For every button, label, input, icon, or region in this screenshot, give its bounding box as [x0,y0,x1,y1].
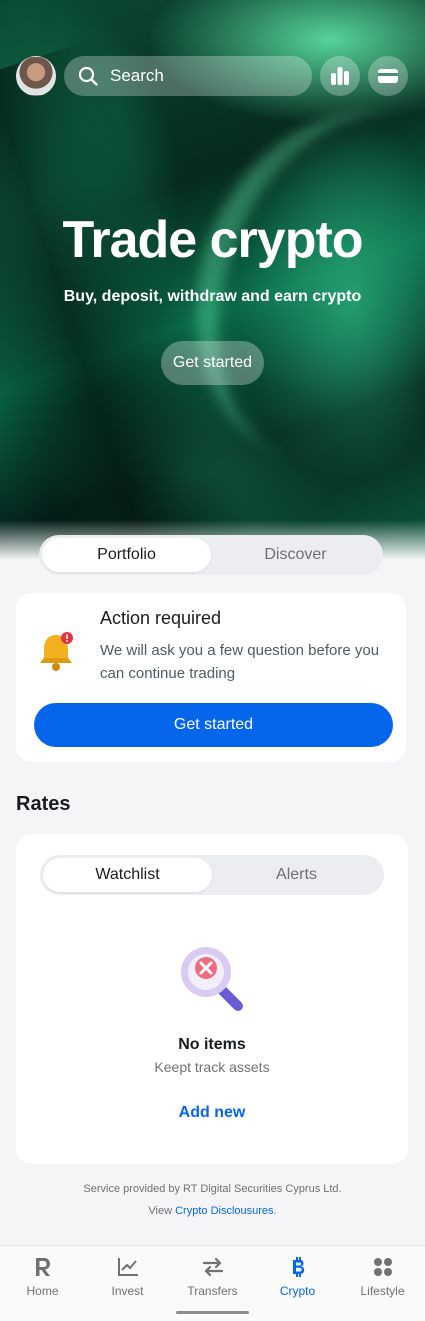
nav-crypto-label: Crypto [279,1284,316,1298]
empty-state-subtitle: Keept track assets [154,1059,270,1075]
tab-portfolio[interactable]: Portfolio [42,538,211,572]
nav-lifestyle-label: Lifestyle [360,1284,405,1298]
service-provider-text: Service provided by RT Digital Securitie… [83,1183,342,1195]
nav-crypto[interactable]: Crypto [255,1246,340,1321]
bar-chart-icon [331,67,349,85]
tab-watchlist[interactable]: Watchlist [43,858,212,892]
nav-transfers-label: Transfers [187,1284,238,1298]
nav-transfers[interactable]: Transfers [170,1246,255,1321]
main-tabs: Portfolio Discover [39,535,383,575]
bell-alert-icon [40,632,73,671]
search-icon [78,66,98,86]
user-avatar[interactable] [16,56,56,96]
view-text: View [148,1205,173,1217]
cards-button[interactable] [368,56,408,96]
search-placeholder: Search [110,66,164,85]
bitcoin-icon [287,1256,309,1278]
rates-tabs: Watchlist Alerts [40,855,384,895]
magnifier-empty-icon [181,947,243,1011]
hero-title: Trade crypto [62,211,363,269]
transfer-arrows-icon [202,1256,224,1278]
action-get-started-button[interactable]: Get started [34,703,393,747]
search-bar[interactable]: Search [64,56,312,96]
disclosures-line: View Crypto Disclousures. [0,1205,425,1217]
action-title: Action required [100,608,222,628]
rates-heading: Rates [16,793,71,815]
grid-icon [372,1256,394,1278]
nav-lifestyle[interactable]: Lifestyle [340,1246,425,1321]
empty-state-title: No items [178,1036,246,1053]
home-indicator [176,1311,249,1314]
credit-card-icon [378,69,398,83]
bottom-nav: Home Invest Transfers Crypto Lifestyle [0,1245,425,1321]
hero-subtitle: Buy, deposit, withdraw and earn crypto [63,288,362,305]
chart-line-icon [117,1256,139,1278]
add-new-link[interactable]: Add new [16,1104,408,1122]
stats-button[interactable] [320,56,360,96]
crypto-disclosures-link[interactable]: Crypto Disclousures. [175,1205,276,1217]
hero-get-started-button[interactable]: Get started [161,341,264,385]
revolut-logo-icon [32,1256,54,1278]
nav-home[interactable]: Home [0,1246,85,1321]
nav-home-label: Home [26,1284,59,1298]
tab-discover[interactable]: Discover [211,538,380,572]
action-description: We will ask you a few question before yo… [100,642,380,682]
nav-invest[interactable]: Invest [85,1246,170,1321]
nav-invest-label: Invest [111,1284,144,1298]
tab-alerts[interactable]: Alerts [212,858,381,892]
